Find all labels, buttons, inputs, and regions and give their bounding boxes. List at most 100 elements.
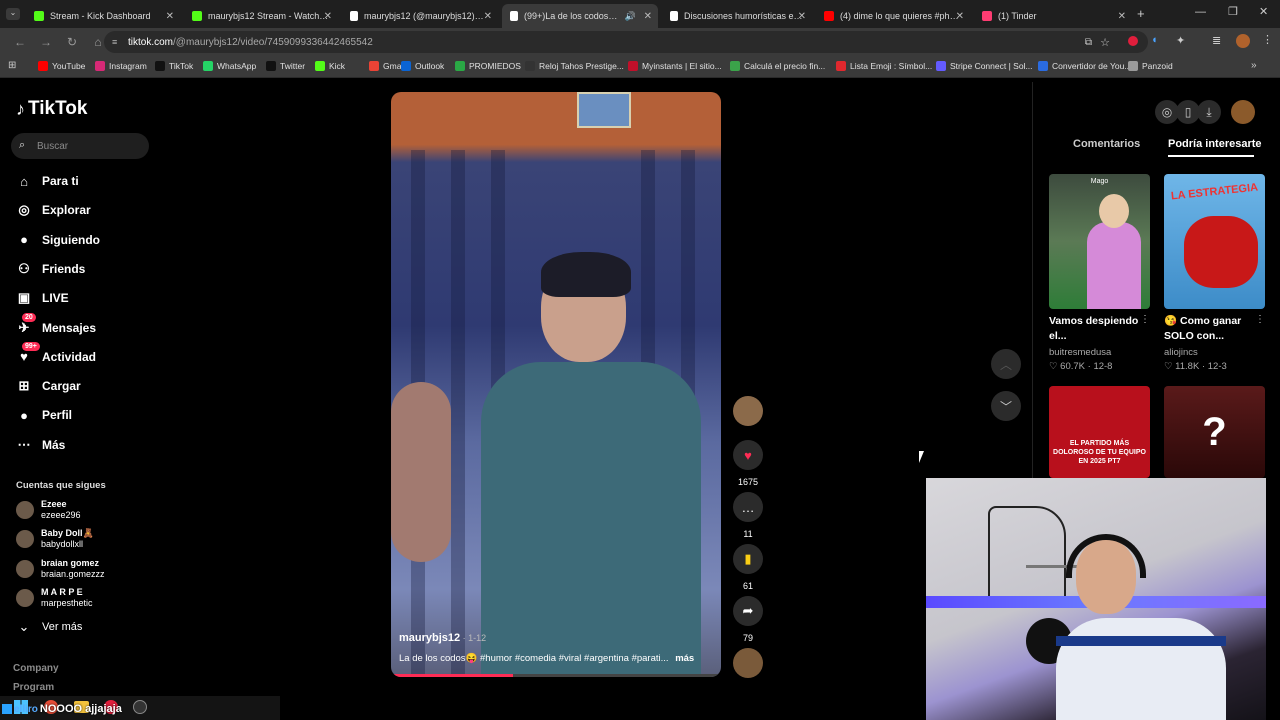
share-button[interactable]: ➦ 79 [733,596,763,643]
suggestion-thumbnail[interactable]: EL PARTIDO MÁS DOLOROSO DE TU EQUIPO EN … [1049,386,1150,478]
suggestion-info[interactable]: 😘 Como ganar SOLO con... aliojincs ♡ 11.… [1164,314,1260,372]
nav-item-friends[interactable]: ⚇ Friends [16,259,85,279]
tab-search-icon[interactable]: ⌄ [6,8,20,20]
close-tab-icon[interactable]: ✕ [798,11,806,22]
previous-video-button[interactable]: ︿ [991,349,1021,379]
bookmark-item[interactable]: Calculá el precio fin... [730,61,825,71]
browser-tab[interactable]: (1) Tinder ✕ [974,4,1132,28]
see-more-description[interactable]: más [675,653,694,664]
address-bar[interactable]: ≡ tiktok.com/@maurybjs12/video/745909933… [104,31,1148,53]
new-tab-icon[interactable]: + [1137,6,1145,21]
following-account[interactable]: Baby Doll🧸 babydollxll [16,528,94,550]
browser-tab[interactable]: Stream - Kick Dashboard ✕ [26,4,180,28]
more-bookmarks-icon[interactable]: » [1251,60,1257,71]
see-more-button[interactable]: ⌄ Ver más [16,617,83,637]
bookmark-favicon-icon [95,61,105,71]
close-tab-icon[interactable]: ✕ [166,11,174,22]
suggestion-thumbnail[interactable]: Mago [1049,174,1150,309]
nav-item-activity[interactable]: ♥ 99+ Actividad [16,341,96,367]
video-player[interactable]: maurybjs12 · 1-12 La de los codos😝 #humo… [391,92,721,677]
footer-company-link[interactable]: Company [13,663,59,674]
nav-label: LIVE [42,291,69,306]
install-app-icon[interactable]: ⧉ [1085,37,1092,48]
home-button-icon[interactable]: ⌂ [92,35,104,49]
bookmark-item[interactable]: WhatsApp [203,61,256,71]
site-info-icon[interactable]: ≡ [112,37,117,47]
close-tab-icon[interactable]: ✕ [644,11,652,22]
bookmark-item[interactable]: Instagram [95,61,147,71]
bookmark-item[interactable]: Gmail [369,61,405,71]
close-window-icon[interactable]: ✕ [1259,5,1268,18]
user-avatar[interactable] [1231,100,1255,124]
bookmark-item[interactable]: PROMIEDOS [455,61,521,71]
speaker-icon[interactable]: 🔊 [625,11,636,22]
suggestion-info[interactable]: Vamos despiendo el... buitresmedusa ♡ 60… [1049,314,1149,372]
app-taskbar-icon[interactable] [133,700,147,714]
suggestion-title: Vamos despiendo el... [1049,315,1139,342]
bookmark-item[interactable]: Reloj Tahos Prestige... [525,61,624,71]
following-account[interactable]: M A R P Emarpesthetic [16,587,93,609]
suggestion-thumbnail[interactable]: ? [1164,386,1265,478]
nav-label: Cargar [42,379,81,394]
nav-item-following[interactable]: ● Siguiendo [16,230,100,250]
menu-kebab-icon[interactable]: ⋮ [1262,33,1273,46]
nav-item-upload[interactable]: ⊞ Cargar [16,376,81,396]
following-account[interactable]: braian gomez braian.gomezzz [16,558,105,580]
like-button[interactable]: ♥ 1675 [733,440,763,487]
bookmark-item[interactable]: Panzoid [1128,61,1173,71]
music-disc[interactable] [733,648,763,678]
extensions-puzzle-icon[interactable]: ✦ [1176,34,1185,47]
nav-item-messages[interactable]: ✈ 20 Mensajes [16,312,96,338]
bookmark-item[interactable]: Stripe Connect | Sol... [936,61,1033,71]
nav-item-profile[interactable]: ● Perfil [16,405,72,425]
next-video-button[interactable]: ﹀ [991,391,1021,421]
bookmark-item[interactable]: YouTube [38,61,85,71]
close-tab-icon[interactable]: ✕ [484,11,492,22]
close-tab-icon[interactable]: ✕ [956,11,964,22]
tab-suggested[interactable]: Podría interesarte [1168,138,1262,150]
apps-grid-icon[interactable]: ⊞ [8,60,16,71]
bookmark-item[interactable]: Myinstants | El sitio... [628,61,722,71]
video-progress-bar[interactable] [391,674,721,677]
suggestion-menu-icon[interactable]: ⋮ [1140,314,1150,325]
nav-item-home[interactable]: ⌂ Para ti [16,171,79,191]
creator-avatar[interactable] [733,396,763,426]
minimize-icon[interactable]: — [1195,6,1206,18]
suggestion-menu-icon[interactable]: ⋮ [1255,314,1265,325]
browser-tab[interactable]: maurybjs12 (@maurybjs12) | TikTok✕ [342,4,498,28]
bookmark-item[interactable]: Kick [315,61,345,71]
bookmark-item[interactable]: TikTok [155,61,193,71]
bookmark-item[interactable]: Outlook [401,61,444,71]
reading-list-icon[interactable]: ≣ [1212,34,1221,47]
nav-item-live[interactable]: ▣ LIVE [16,288,69,308]
video-author[interactable]: maurybjs12 [399,632,460,644]
search-input[interactable]: Buscar [11,133,149,159]
nav-item-compass[interactable]: ◎ Explorar [16,200,90,220]
forward-icon[interactable]: → [40,35,52,49]
bookmark-item[interactable]: Lista Emoji : Símbol... [836,61,932,71]
extension-icon[interactable]: ◖ [1151,34,1158,46]
browser-tab-active[interactable]: (99+)La de los codos😝 #hu🔊 ✕ [502,4,658,28]
tab-comments[interactable]: Comentarios [1073,138,1140,150]
browser-tab[interactable]: (4) dime lo que quieres #phonk ✕ [816,4,970,28]
browser-tab[interactable]: Discusiones humorísticas entre ✕ [662,4,812,28]
extension-icon[interactable] [1128,36,1138,46]
save-button[interactable]: ▮ 61 [733,544,763,591]
bookmark-item[interactable]: Convertidor de You... [1038,61,1131,71]
back-icon[interactable]: ← [14,35,26,49]
browser-tab[interactable]: maurybjs12 Stream - Watch Live ✕ [184,4,338,28]
close-tab-icon[interactable]: ✕ [1118,11,1126,22]
following-account[interactable]: Ezeee ezeee296 [16,499,81,521]
close-tab-icon[interactable]: ✕ [324,11,332,22]
tiktok-logo[interactable]: ♪ TikTok [16,98,87,120]
download-icon[interactable]: ⤓ [1197,100,1221,124]
suggestion-thumbnail[interactable]: LA ESTRATEGIA [1164,174,1265,309]
reload-icon[interactable]: ↻ [66,35,78,49]
footer-program-link[interactable]: Program [13,682,54,693]
nav-item-more[interactable]: ⋯ Más [16,435,66,455]
bookmark-star-icon[interactable]: ☆ [1100,36,1110,49]
profile-avatar[interactable] [1236,34,1250,48]
restore-icon[interactable]: ❐ [1228,5,1238,18]
comment-button[interactable]: … 11 [733,492,763,539]
bookmark-item[interactable]: Twitter [266,61,305,71]
